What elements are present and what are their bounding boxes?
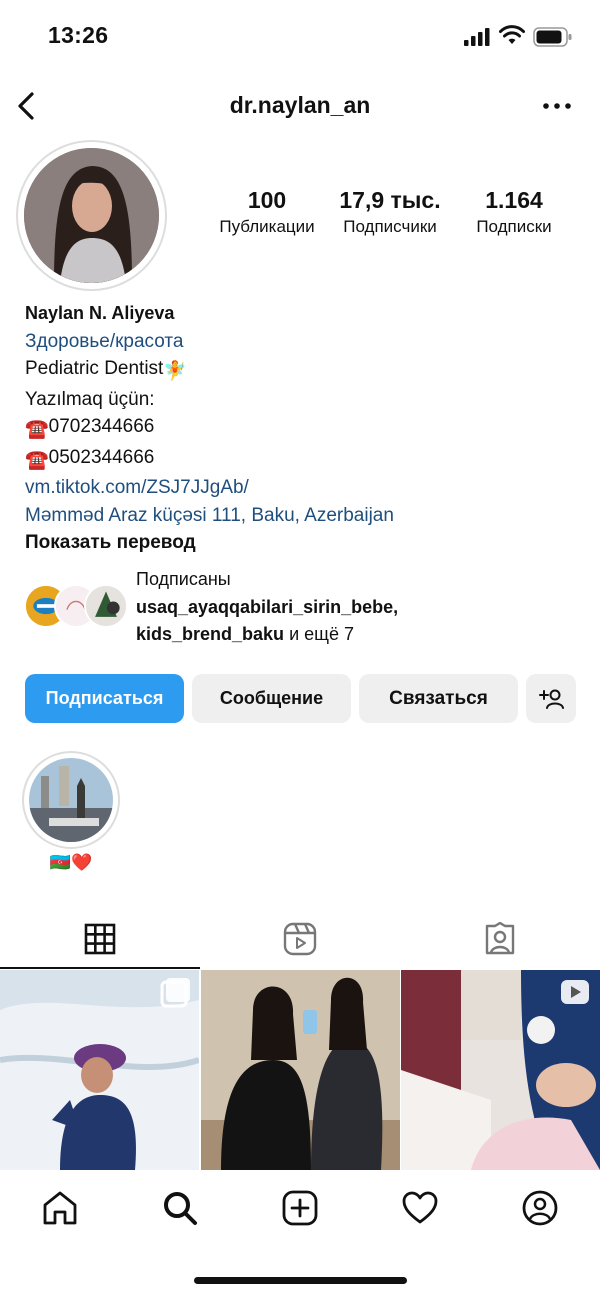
activity-icon [402,1191,438,1224]
following-label: Подписки [476,217,552,236]
post-thumbnail[interactable] [0,970,199,1170]
grid-icon [84,923,116,955]
following-count: 1.164 [485,187,543,213]
posts-grid [0,970,600,1170]
phone-number: 0702344666 [48,416,155,437]
tagged-icon [485,922,515,955]
stat-posts[interactable]: 100 Публикации [208,186,326,240]
create-icon [282,1190,318,1226]
followed-by-suffix: и ещё 7 [284,624,354,644]
tab-posts-grid[interactable] [0,910,200,968]
profile-icon [522,1190,558,1226]
telephone-icon: ☎️ [25,449,49,471]
posts-count: 100 [247,187,287,213]
avatar-photo [24,148,159,283]
add-person-icon [539,689,564,709]
followed-by-account: kids_brend_baku [136,624,285,644]
stat-followers[interactable]: 17,9 тыс. Подписчики [333,186,447,240]
cellular-signal-icon [464,28,490,46]
suggested-users-button[interactable] [526,674,576,723]
bio-phone-line: ☎️0702344666 [25,413,585,444]
profile-header: dr.naylan_an [0,78,600,134]
active-tab-indicator [0,967,200,969]
more-options-icon[interactable] [540,94,574,118]
followed-by-account: usaq_ayaqqabilari_sirin_bebe, [136,596,399,617]
posts-label: Публикации [219,217,315,236]
bio-link[interactable]: vm.tiktok.com/ZSJ7JJgAb/ [25,474,585,502]
bottom-navigation [0,1172,600,1252]
followed-by-text[interactable]: Подписаны usaq_ayaqqabilari_sirin_bebe, … [136,566,586,649]
nav-profile[interactable] [520,1188,560,1228]
highlight-cover [29,758,113,842]
contact-button[interactable]: Связаться [359,674,518,723]
nav-activity[interactable] [400,1188,440,1228]
profile-tabs [0,910,600,970]
reels-icon [283,922,317,956]
status-bar: 13:26 [0,0,600,72]
stat-following[interactable]: 1.164 Подписки [455,186,573,240]
status-time: 13:26 [48,22,109,48]
post-thumbnail[interactable] [401,970,600,1170]
bio-phone-line: ☎️0502344666 [25,444,585,475]
nav-search[interactable] [160,1188,200,1228]
bio-line: Pediatric Dentist🧚 [25,355,585,386]
nav-create[interactable] [280,1188,320,1228]
follow-button[interactable]: Подписаться [25,674,184,723]
follower-avatar [84,584,128,628]
wifi-icon [499,25,525,44]
profile-category[interactable]: Здоровье/красота [25,328,585,356]
telephone-icon: ☎️ [25,419,49,440]
show-translation-link[interactable]: Показать перевод [25,529,585,557]
profile-avatar[interactable] [16,140,167,291]
followed-by-avatars[interactable] [24,584,128,630]
message-button[interactable]: Сообщение [192,674,351,723]
profile-address[interactable]: Məmməd Araz küçəsi 111, Baku, Azerbaijan [25,502,585,530]
tab-reels[interactable] [200,910,400,968]
bio-line: Yazılmaq üçün: [25,388,155,410]
highlight-label: 🇦🇿❤️ [49,853,93,872]
search-icon [164,1192,197,1225]
phone-number: 0502344666 [48,446,155,468]
nav-home[interactable] [40,1188,80,1228]
fairy-emoji-icon: 🧚 [163,361,188,382]
post-thumbnail[interactable] [200,970,400,1170]
profile-bio: Naylan N. Aliyeva Здоровье/красота Pedia… [25,300,585,557]
profile-name: Naylan N. Aliyeva [25,303,175,323]
followed-by-prefix: Подписаны [136,569,231,589]
profile-username: dr.naylan_an [229,92,371,118]
followers-count: 17,9 тыс. [339,187,441,213]
followers-label: Подписчики [343,217,437,236]
home-icon [43,1191,77,1225]
home-indicator[interactable] [194,1277,407,1284]
tab-tagged[interactable] [400,910,600,968]
bio-text: Pediatric Dentist [25,358,164,379]
story-highlight[interactable] [22,751,120,849]
battery-icon [533,27,572,47]
